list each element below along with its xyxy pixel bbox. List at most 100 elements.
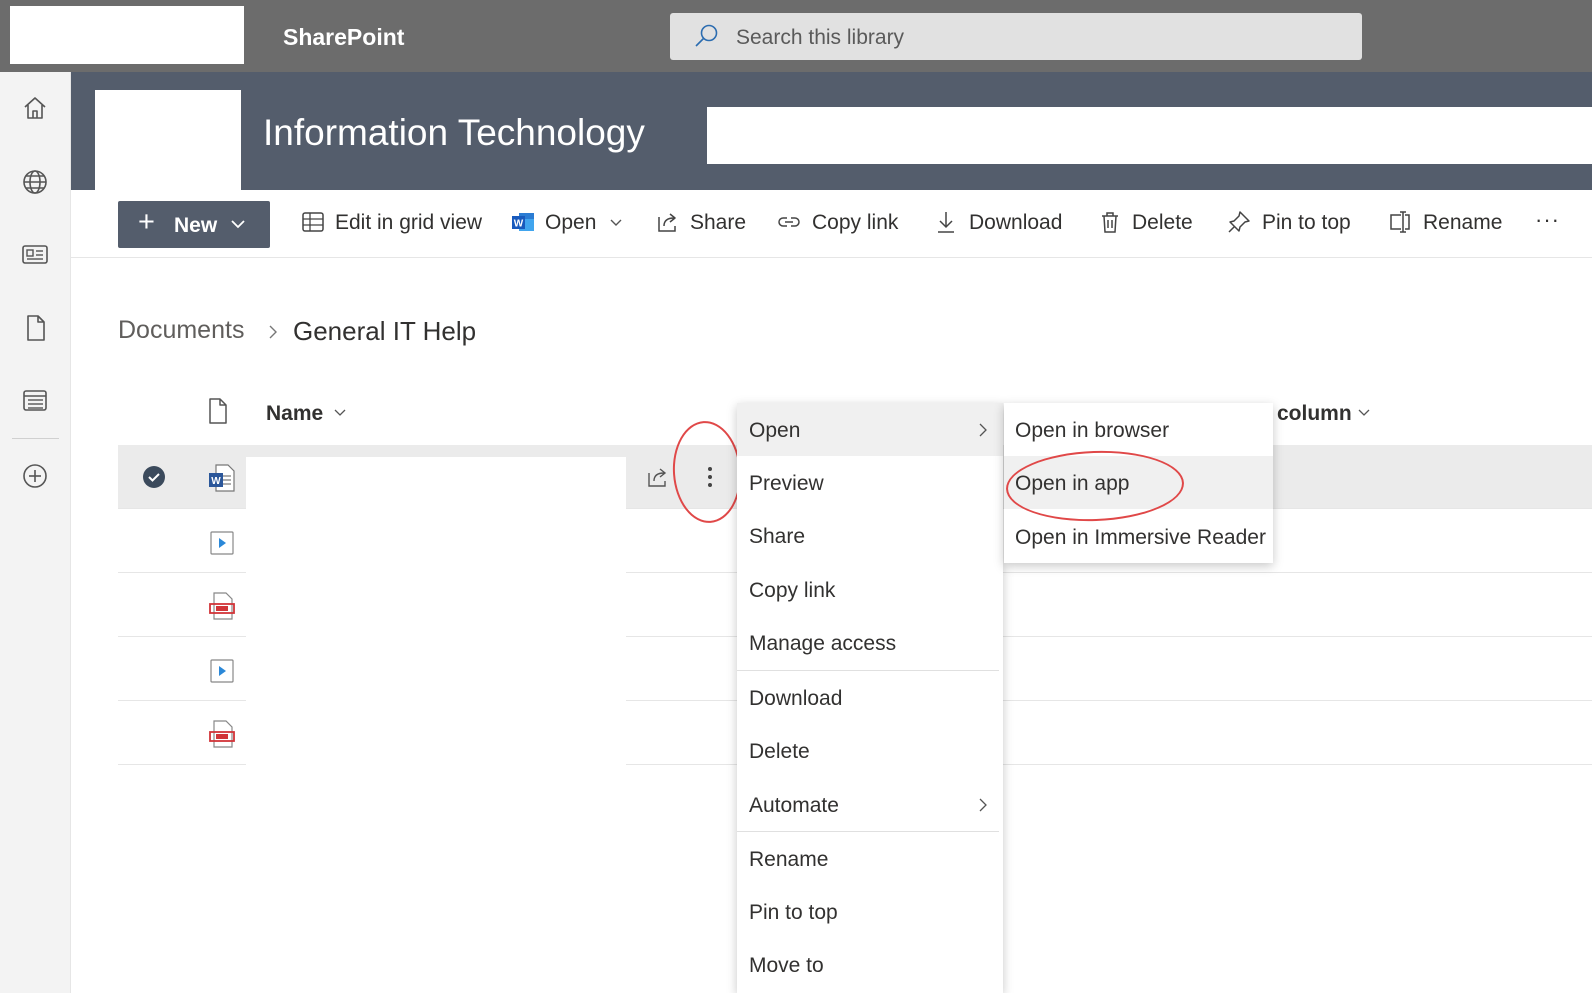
pin-to-top-button[interactable]: Pin to top — [1226, 205, 1361, 245]
redacted-filename — [246, 713, 626, 765]
word-icon: W — [512, 213, 534, 231]
menu-item-pin-to-top[interactable]: Pin to top — [737, 885, 1003, 938]
menu-item-manage-access[interactable]: Manage access — [737, 616, 1003, 669]
breadcrumb-documents[interactable]: Documents — [118, 316, 244, 345]
column-header-name[interactable]: Name — [266, 402, 323, 426]
site-logo[interactable] — [95, 90, 241, 190]
suite-bar: SharePoint Search this library — [0, 0, 1592, 72]
list-icon[interactable] — [19, 384, 51, 416]
copy-link-label: Copy link — [812, 211, 899, 234]
svg-text:W: W — [211, 476, 221, 487]
chevron-right-icon — [979, 423, 987, 437]
new-label: New — [174, 214, 218, 237]
submenu-item-open-in-immersive-reader[interactable]: Open in Immersive Reader — [1004, 510, 1273, 563]
context-menu: Open Preview Share Copy link Manage acce… — [737, 403, 1003, 993]
video-file-icon — [210, 531, 234, 555]
menu-item-rename[interactable]: Rename — [737, 832, 1003, 885]
pin-to-top-label: Pin to top — [1262, 211, 1351, 234]
checkmark-circle-icon[interactable] — [142, 465, 166, 489]
file-type-header-icon[interactable] — [206, 397, 230, 425]
site-header: Information Technology — [71, 72, 1592, 190]
menu-item-label: Share — [749, 525, 806, 548]
menu-item-label: Preview — [749, 472, 824, 495]
menu-item-label: Download — [749, 687, 843, 710]
submenu-item-label: Open in Immersive Reader — [1015, 526, 1266, 549]
redacted-filename — [246, 649, 626, 701]
plus-icon: + — [138, 206, 155, 238]
search-box[interactable]: Search this library — [670, 13, 1362, 60]
command-bar: + New Edit in grid view W Open Share Cop… — [71, 190, 1592, 258]
site-title[interactable]: Information Technology — [263, 112, 645, 154]
download-icon — [938, 212, 954, 233]
trash-icon — [1102, 212, 1118, 233]
search-icon — [695, 24, 718, 47]
copy-link-button[interactable]: Copy link — [776, 205, 906, 245]
more-commands-button[interactable]: ··· — [1535, 205, 1575, 245]
download-button[interactable]: Download — [933, 205, 1073, 245]
redacted-filename — [246, 585, 626, 637]
share-icon — [658, 213, 676, 232]
chevron-right-icon — [979, 798, 987, 812]
add-circle-icon[interactable] — [19, 460, 51, 492]
pdf-file-icon — [209, 592, 235, 620]
share-button[interactable]: Share — [655, 205, 755, 245]
menu-item-label: Pin to top — [749, 901, 838, 924]
rail-divider — [12, 438, 59, 439]
globe-icon[interactable] — [19, 166, 51, 198]
search-input[interactable]: Search this library — [736, 26, 904, 50]
share-label: Share — [690, 211, 747, 234]
menu-item-label: Delete — [749, 740, 810, 763]
file-icon[interactable] — [19, 312, 51, 344]
download-label: Download — [969, 211, 1063, 234]
header-nav-bar — [707, 107, 1592, 164]
news-icon[interactable] — [19, 238, 51, 270]
rename-button[interactable]: Rename — [1387, 205, 1507, 245]
word-file-icon: W — [209, 464, 235, 492]
pin-icon — [1228, 211, 1250, 233]
menu-item-download[interactable]: Download — [737, 671, 1003, 724]
menu-item-share[interactable]: Share — [737, 509, 1003, 562]
rename-label: Rename — [1423, 211, 1503, 234]
submenu-item-open-in-browser[interactable]: Open in browser — [1004, 403, 1273, 456]
menu-item-move-to[interactable]: Move to — [737, 938, 1003, 991]
link-icon — [778, 217, 800, 227]
menu-item-label: Open — [749, 419, 801, 442]
menu-item-automate[interactable]: Automate — [737, 778, 1003, 831]
menu-item-label: Manage access — [749, 632, 897, 655]
org-logo[interactable] — [10, 6, 244, 64]
menu-item-label: Automate — [749, 794, 839, 817]
delete-label: Delete — [1132, 211, 1193, 234]
redacted-filename — [246, 521, 626, 573]
chevron-down-icon[interactable] — [332, 405, 348, 421]
menu-item-preview[interactable]: Preview — [737, 456, 1003, 509]
app-name[interactable]: SharePoint — [283, 24, 404, 51]
edit-grid-label: Edit in grid view — [335, 211, 483, 234]
menu-item-label: Move to — [749, 954, 824, 977]
video-file-icon — [210, 659, 234, 683]
menu-item-copy-link[interactable]: Copy link — [737, 563, 1003, 616]
breadcrumb-current: General IT Help — [293, 316, 477, 346]
rename-icon — [1390, 211, 1410, 233]
more-icon: ··· — [1535, 207, 1560, 232]
edit-grid-button[interactable]: Edit in grid view — [300, 205, 490, 245]
chevron-right-icon — [269, 325, 277, 339]
open-button[interactable]: W Open — [510, 205, 630, 245]
delete-button[interactable]: Delete — [1097, 205, 1197, 245]
chevron-down-icon — [231, 220, 245, 229]
svg-text:W: W — [514, 219, 524, 230]
chevron-down-icon[interactable] — [1356, 405, 1372, 421]
menu-item-delete[interactable]: Delete — [737, 724, 1003, 777]
menu-item-label: Rename — [749, 848, 829, 871]
submenu-item-label: Open in browser — [1015, 419, 1170, 442]
column-header-custom[interactable]: column — [1277, 402, 1352, 426]
grid-icon — [302, 212, 324, 232]
open-label: Open — [545, 211, 597, 234]
pdf-file-icon — [209, 720, 235, 748]
home-icon[interactable] — [19, 92, 51, 124]
menu-item-open[interactable]: Open — [737, 403, 1003, 456]
redacted-filename — [246, 457, 626, 509]
chevron-down-icon — [610, 219, 622, 226]
share-icon[interactable] — [646, 465, 670, 489]
left-nav-rail — [0, 72, 71, 993]
new-button[interactable]: + New — [118, 201, 270, 248]
